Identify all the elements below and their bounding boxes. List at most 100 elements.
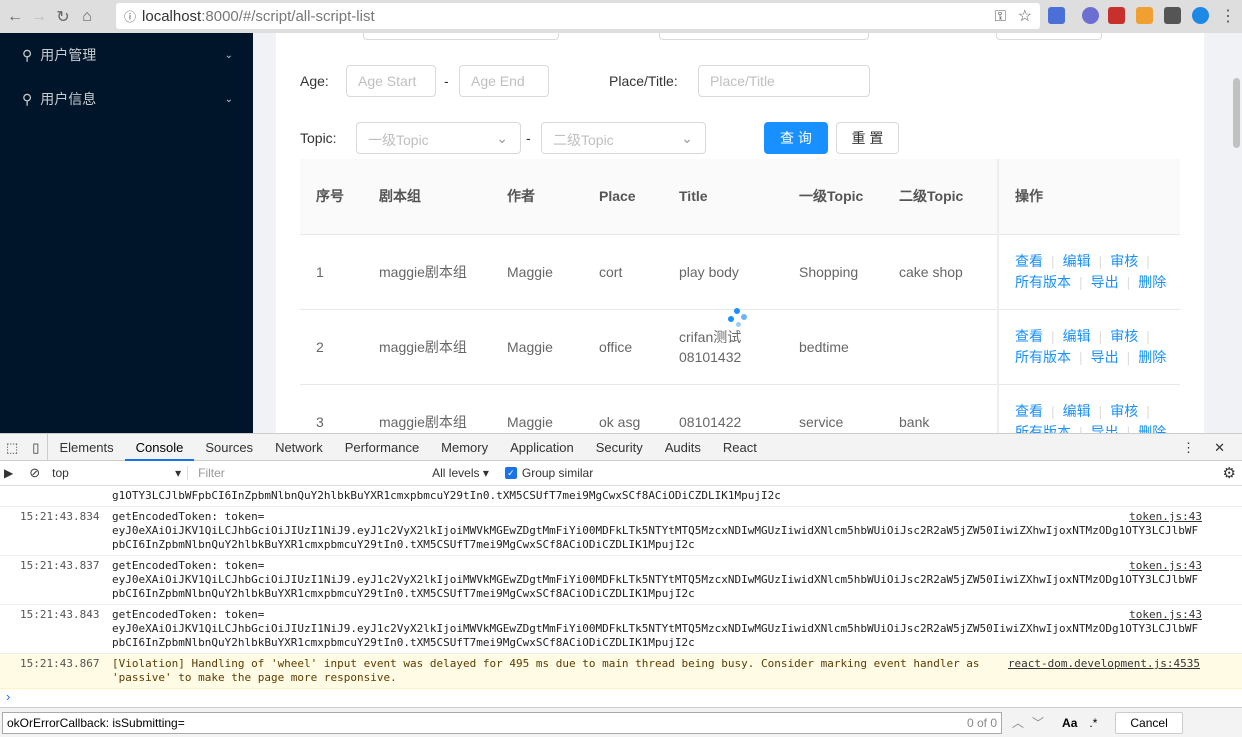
input-partial[interactable] [363, 33, 559, 40]
home-icon[interactable]: ⌂ [75, 8, 99, 26]
action-link[interactable]: 审核 [1110, 328, 1138, 344]
close-icon[interactable]: ✕ [1203, 434, 1236, 461]
clear-console-icon[interactable]: ⊘ [29, 465, 40, 481]
source-link[interactable]: token.js:43 [1129, 510, 1202, 524]
action-link[interactable]: 编辑 [1063, 328, 1091, 344]
action-link[interactable]: 审核 [1110, 253, 1138, 269]
search-button[interactable]: 查 询 [764, 122, 828, 154]
devtools-tab[interactable]: Sources [194, 434, 264, 461]
search-input[interactable]: okOrErrorCallback: isSubmitting= 0 of 0 [2, 711, 1002, 734]
column-header: 序号 [300, 159, 363, 235]
column-header: 操作 [998, 159, 1180, 235]
action-link[interactable]: 编辑 [1063, 253, 1091, 269]
devtools-tab[interactable]: Audits [654, 434, 712, 461]
key-icon[interactable]: ⚿ [995, 8, 1006, 25]
address-bar[interactable]: ⓘ localhost:8000/#/script/all-script-lis… [116, 3, 1040, 29]
regex-button[interactable]: .* [1089, 716, 1097, 730]
action-link[interactable]: 导出 [1091, 349, 1119, 365]
devtools-panel: ⬚ ▯ Elements Console Sources Network Perform… [0, 433, 1242, 737]
extension-icon[interactable] [1192, 7, 1209, 24]
source-link[interactable]: react-dom.development.js:4535 [1008, 657, 1200, 671]
cancel-button[interactable]: Cancel [1115, 711, 1183, 734]
next-match-icon[interactable]: ﹀ [1032, 714, 1044, 731]
devtools-tab[interactable]: Elements [48, 434, 124, 461]
info-icon: ⓘ [124, 9, 137, 24]
filter-input[interactable]: Filter [192, 466, 432, 480]
action-link[interactable]: 所有版本 [1015, 424, 1071, 434]
table-cell: Maggie [491, 234, 583, 310]
age-end-input[interactable]: Age End [459, 65, 549, 97]
action-link[interactable]: 导出 [1091, 424, 1119, 434]
devtools-tab[interactable]: Security [585, 434, 654, 461]
inspect-icon[interactable]: ⬚ [0, 434, 24, 461]
extension-icon[interactable] [1136, 7, 1153, 24]
chevron-down-icon: ⌄ [496, 130, 508, 146]
devtools-tab[interactable]: Network [264, 434, 334, 461]
action-link[interactable]: 删除 [1138, 424, 1166, 434]
page-scrollbar[interactable] [1233, 78, 1240, 148]
sidebar-item-user-management[interactable]: ⚲ 用户管理 ⌄ [0, 33, 253, 77]
action-link[interactable]: 删除 [1138, 274, 1166, 290]
action-link[interactable]: 查看 [1015, 403, 1043, 419]
row-actions: 查看 | 编辑 | 审核 | 所有版本 | 导出 | 删除 [998, 384, 1180, 433]
action-link[interactable]: 查看 [1015, 253, 1043, 269]
table-cell: 3 [300, 384, 363, 433]
extension-icon[interactable] [1048, 7, 1065, 24]
sidebar-toggle-icon[interactable]: ▶ [4, 466, 13, 480]
range-dash: - [444, 73, 449, 89]
context-select[interactable]: top ▾ [52, 466, 189, 480]
console-prompt[interactable]: › [0, 689, 1242, 704]
range-dash: - [526, 130, 531, 146]
previous-match-icon[interactable]: ︿ [1012, 714, 1024, 731]
input-partial[interactable] [996, 33, 1102, 40]
reload-icon[interactable]: ↻ [51, 7, 75, 27]
console-search-bar: okOrErrorCallback: isSubmitting= 0 of 0 ︿… [0, 707, 1242, 737]
menu-icon[interactable]: ⋮ [1220, 6, 1236, 26]
table-cell [883, 309, 999, 385]
action-link[interactable]: 导出 [1091, 274, 1119, 290]
devtools-tab[interactable]: Performance [334, 434, 430, 461]
topic2-select[interactable]: 二级Topic ⌄ [541, 122, 706, 154]
devtools-tab[interactable]: Console [124, 434, 195, 461]
input-partial[interactable] [659, 33, 869, 40]
action-link[interactable]: 编辑 [1063, 403, 1091, 419]
action-link[interactable]: 所有版本 [1015, 274, 1071, 290]
user-icon: ⚲ [22, 46, 33, 63]
reset-button[interactable]: 重 置 [836, 122, 899, 154]
source-link[interactable]: token.js:43 [1129, 559, 1202, 573]
star-icon[interactable]: ☆ [1018, 6, 1032, 26]
devtools-tab[interactable]: React [712, 434, 768, 461]
extension-icon[interactable] [1082, 7, 1099, 24]
table-cell: Shopping [783, 234, 883, 310]
more-icon[interactable]: ⋮ [1171, 434, 1206, 461]
log-levels-select[interactable]: All levels ▾ [432, 466, 489, 480]
chevron-down-icon: ⌄ [681, 130, 693, 146]
action-link[interactable]: 查看 [1015, 328, 1043, 344]
age-start-input[interactable]: Age Start [346, 65, 436, 97]
extension-icon[interactable] [1108, 7, 1125, 24]
devtools-tab[interactable]: Memory [430, 434, 499, 461]
devtools-tab[interactable]: Application [499, 434, 585, 461]
row-actions: 查看 | 编辑 | 审核 | 所有版本 | 导出 | 删除 [998, 234, 1180, 310]
table-cell: service [783, 384, 883, 433]
settings-gear-icon[interactable]: ⚙ [1223, 464, 1236, 482]
sidebar-item-user-info[interactable]: ⚲ 用户信息 ⌄ [0, 77, 253, 121]
table-cell: cort [583, 234, 663, 310]
action-link[interactable]: 所有版本 [1015, 349, 1071, 365]
topic1-select[interactable]: 一级Topic ⌄ [356, 122, 521, 154]
table-cell: maggie剧本组 [363, 234, 491, 310]
device-toggle-icon[interactable]: ▯ [24, 433, 49, 461]
back-icon[interactable]: ← [3, 8, 27, 26]
match-case-button[interactable]: Aa [1062, 716, 1077, 730]
table-cell: maggie剧本组 [363, 309, 491, 385]
qr-extension-icon[interactable] [1164, 7, 1181, 24]
place-title-input[interactable]: Place/Title [698, 65, 870, 97]
console-log-entry: 15:21:43.834 token.js:43 getEncodedToken: … [0, 507, 1242, 556]
group-similar-checkbox[interactable]: ✓ Group similar [504, 466, 593, 480]
action-link[interactable]: 删除 [1138, 349, 1166, 365]
forward-icon[interactable]: → [27, 8, 51, 26]
column-header: 二级Topic [883, 159, 999, 235]
console-toolbar: ▶ ⊘ top ▾ Filter All levels ▾ ✓ Group simi… [0, 461, 1242, 486]
action-link[interactable]: 审核 [1110, 403, 1138, 419]
source-link[interactable]: token.js:43 [1129, 608, 1202, 622]
